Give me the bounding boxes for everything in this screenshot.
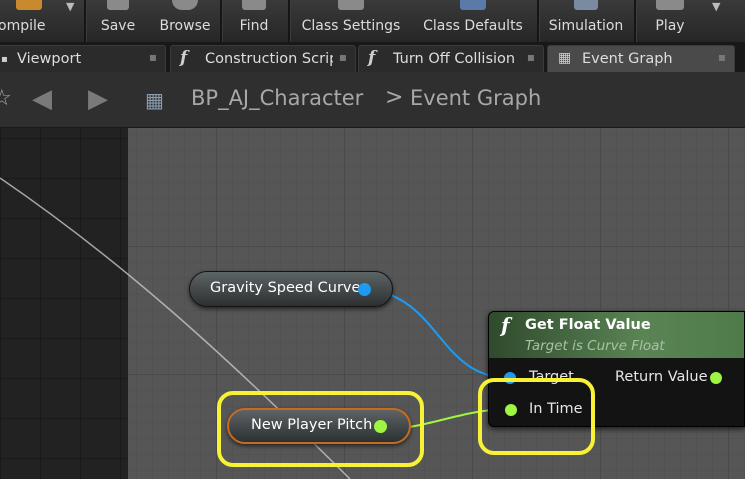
gravity-speed-curve-node[interactable]: Gravity Speed Curve bbox=[189, 271, 393, 307]
gravity-speed-curve-output-pin[interactable] bbox=[358, 283, 371, 296]
new-player-pitch-output-pin[interactable] bbox=[374, 420, 387, 433]
get-float-value-header: f Get Float Value Target is Curve Float bbox=[489, 312, 744, 358]
function-icon: f bbox=[501, 313, 510, 337]
return-value-output-pin[interactable] bbox=[710, 372, 722, 384]
new-player-pitch-node[interactable]: New Player Pitch bbox=[227, 408, 411, 444]
in-time-highlight bbox=[478, 378, 595, 455]
node-title: Get Float Value bbox=[525, 317, 651, 333]
return-value-pin-label: Return Value bbox=[615, 369, 708, 385]
node-subtitle: Target is Curve Float bbox=[525, 338, 665, 354]
